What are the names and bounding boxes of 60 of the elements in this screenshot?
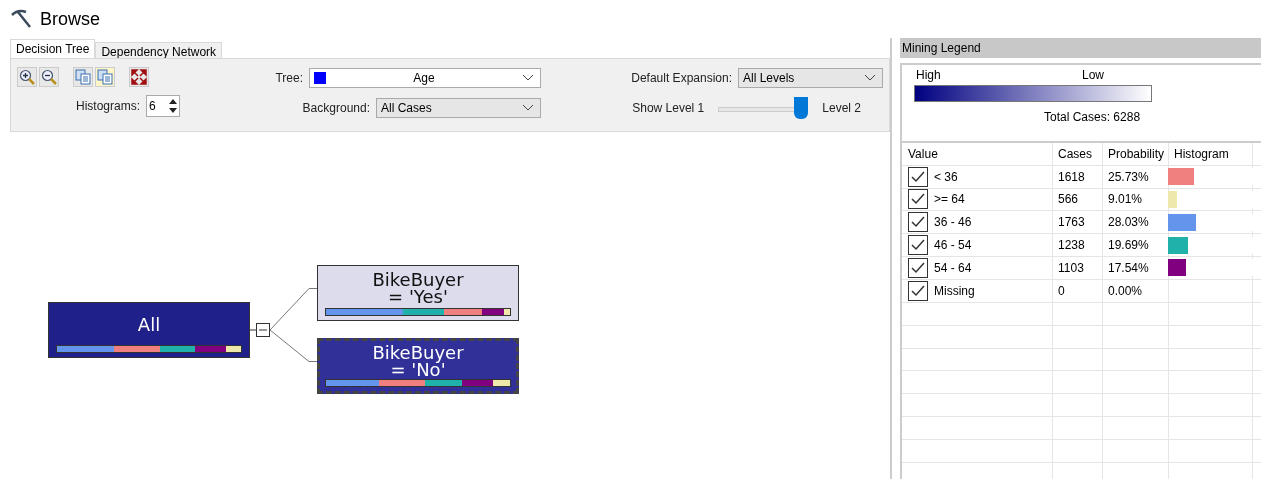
- checkbox[interactable]: [908, 257, 928, 278]
- tree-dropdown[interactable]: Age: [309, 68, 541, 88]
- table-cell: >= 64: [934, 192, 965, 207]
- zoom-in-icon[interactable]: [17, 67, 37, 87]
- expansion-label: Default Expansion:: [631, 71, 732, 85]
- chevron-icon: [522, 104, 534, 112]
- total-cases: Total Cases: 6288: [1044, 110, 1142, 124]
- table-cell: 9.01%: [1108, 192, 1143, 207]
- tree-node[interactable]: All: [48, 302, 250, 358]
- table-cell: 46 - 54: [934, 238, 972, 253]
- color-swatch: [314, 72, 326, 84]
- table-cell: 0: [1058, 283, 1065, 298]
- table-cell: 1618: [1058, 169, 1085, 184]
- high-label: High: [916, 68, 941, 82]
- tree-label: Tree:: [275, 71, 303, 85]
- column-header: Value: [908, 146, 938, 161]
- background-label: Background:: [302, 101, 370, 115]
- table-cell: 566: [1058, 192, 1079, 207]
- chevron-icon: [522, 74, 534, 82]
- checkbox[interactable]: [908, 166, 928, 187]
- table-cell: Missing: [934, 283, 975, 298]
- checkbox[interactable]: [908, 235, 928, 256]
- copy-icon[interactable]: [73, 67, 93, 87]
- slider-max-label: Level 2: [822, 101, 861, 115]
- column-header: Cases: [1058, 146, 1092, 161]
- window-title: Browse: [40, 8, 101, 30]
- checkbox[interactable]: [908, 189, 928, 210]
- tree-node[interactable]: BikeBuyer = 'Yes': [317, 265, 519, 321]
- table-cell: 17.54%: [1108, 260, 1149, 275]
- zoom-out-icon[interactable]: [39, 67, 59, 87]
- column-header: Histogram: [1174, 146, 1229, 161]
- copy-icon[interactable]: [95, 67, 115, 87]
- checkbox[interactable]: [908, 212, 928, 233]
- table-cell: 54 - 64: [934, 260, 972, 275]
- expansion-dropdown[interactable]: All Levels: [738, 68, 883, 88]
- slider-min-label: Show Level 1: [632, 101, 705, 115]
- histograms-spinner[interactable]: 6: [146, 95, 180, 117]
- checkbox[interactable]: [908, 280, 928, 301]
- table-cell: 28.03%: [1108, 215, 1149, 230]
- table-cell: 36 - 46: [934, 215, 972, 230]
- table-cell: < 36: [934, 169, 958, 184]
- low-label: Low: [1082, 68, 1104, 82]
- pickaxe-icon: [10, 9, 32, 29]
- slider-thumb[interactable]: [794, 97, 809, 119]
- table-cell: 1103: [1058, 260, 1084, 275]
- column-header: Probability: [1108, 146, 1165, 161]
- table-cell: 0.00%: [1108, 283, 1143, 298]
- tree-node[interactable]: BikeBuyer = 'No': [317, 338, 519, 394]
- chevron-icon: [864, 74, 876, 82]
- table-cell: 25.73%: [1108, 169, 1149, 184]
- table-cell: 19.69%: [1108, 238, 1149, 253]
- expand-icon[interactable]: [129, 67, 149, 87]
- table-cell: 1238: [1058, 238, 1085, 253]
- panel-title: Mining Legend: [900, 38, 1261, 58]
- table-cell: 1763: [1058, 215, 1085, 230]
- tab[interactable]: Decision Tree: [10, 39, 96, 58]
- tab[interactable]: Dependency Network: [95, 42, 223, 58]
- background-dropdown[interactable]: All Cases: [376, 98, 541, 118]
- collapse-icon[interactable]: [250, 323, 270, 337]
- histograms-label: Histograms:: [76, 99, 140, 113]
